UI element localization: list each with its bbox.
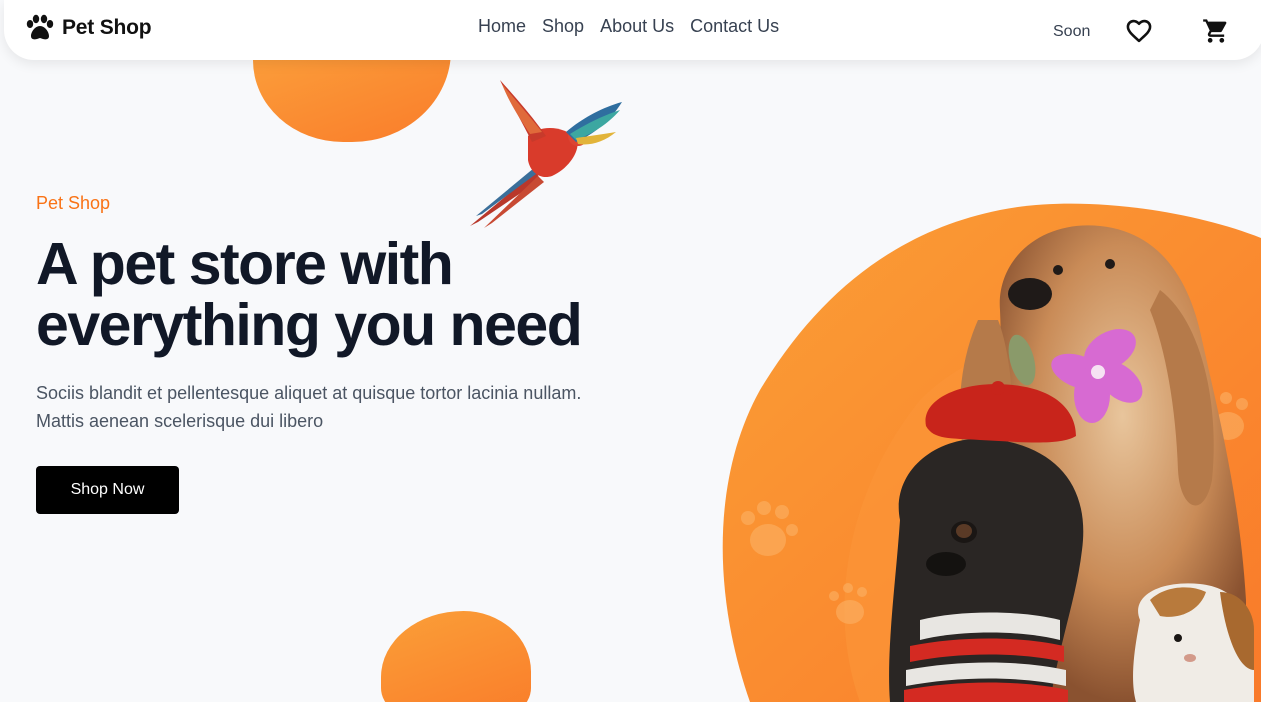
brand-logo[interactable]: Pet Shop — [24, 14, 152, 42]
heart-icon — [1126, 19, 1152, 43]
soon-label: Soon — [1053, 23, 1091, 40]
decor-blob-bottom — [381, 611, 531, 702]
parrot-illustration — [470, 80, 622, 228]
shop-now-button[interactable]: Shop Now — [36, 466, 179, 514]
brand-name: Pet Shop — [62, 16, 152, 39]
nav-link-home[interactable]: Home — [478, 16, 526, 37]
main-nav: Home Shop About Us Contact Us — [478, 16, 779, 37]
paw-icon — [26, 14, 54, 40]
nav-link-contact[interactable]: Contact Us — [690, 16, 779, 37]
hero-eyebrow: Pet Shop — [36, 193, 111, 213]
wishlist-button[interactable] — [1124, 17, 1154, 45]
cart-icon — [1203, 19, 1227, 43]
nav-link-shop[interactable]: Shop — [542, 16, 584, 37]
nav-link-about[interactable]: About Us — [600, 16, 674, 37]
headline-line-1: A pet store with — [36, 231, 454, 297]
hero-subtext: Sociis blandit et pellentesque aliquet a… — [36, 383, 582, 431]
headline-line-2: everything you need — [36, 292, 583, 358]
cart-button[interactable] — [1202, 17, 1230, 45]
hero-pets-image — [722, 203, 1261, 702]
hero-headline: A pet store with everything you need — [36, 234, 656, 356]
page: Pet Shop Home Shop About Us Contact Us S… — [0, 0, 1261, 702]
navbar: Pet Shop Home Shop About Us Contact Us S… — [4, 0, 1261, 60]
